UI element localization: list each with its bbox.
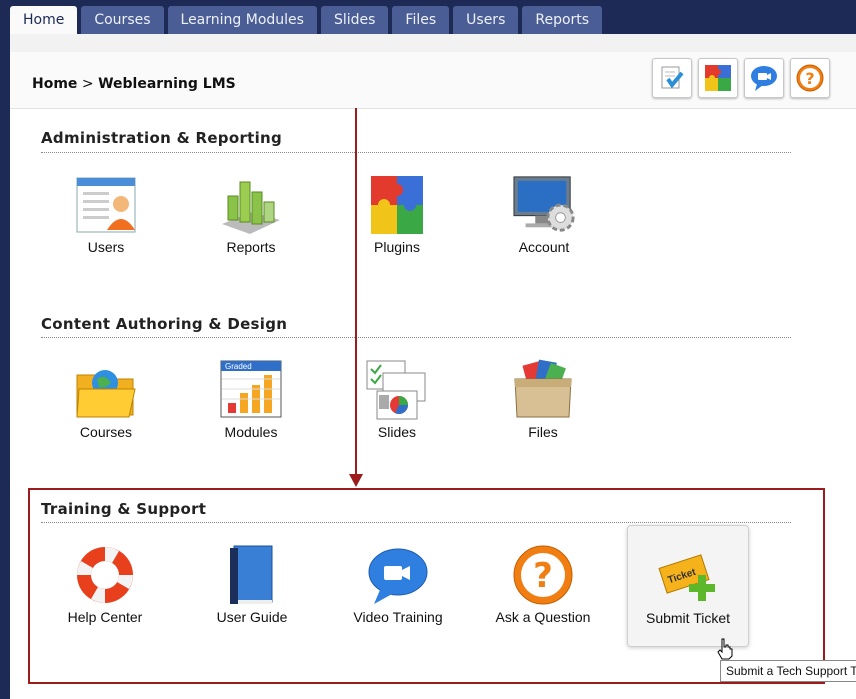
tab-users[interactable]: Users	[453, 6, 519, 34]
main-nav-tabs: Home Courses Learning Modules Slides Fil…	[10, 6, 603, 34]
tooltip: Submit a Tech Support T	[720, 660, 856, 682]
tab-slides[interactable]: Slides	[320, 6, 389, 34]
tab-reports[interactable]: Reports	[522, 6, 603, 34]
annotation-arrow-head	[349, 474, 363, 487]
lifebuoy-icon	[73, 543, 137, 607]
box-files-icon	[511, 358, 575, 422]
tile-label: Users	[87, 239, 125, 255]
tile-label: Account	[518, 239, 570, 255]
slides-icon	[365, 358, 429, 422]
tile-label: User Guide	[216, 609, 288, 625]
tab-files[interactable]: Files	[392, 6, 450, 34]
tile-video-training[interactable]: Video Training	[338, 537, 458, 637]
section-title-administration: Administration & Reporting	[41, 129, 283, 147]
tile-courses[interactable]: Courses	[46, 352, 166, 452]
svg-text:?: ?	[805, 69, 814, 88]
tile-label: Submit Ticket	[645, 610, 731, 626]
breadcrumb-current: Weblearning LMS	[98, 76, 236, 92]
breadcrumb: Home > Weblearning LMS	[32, 76, 236, 92]
monitor-gear-icon	[512, 173, 576, 237]
annotation-arrow-line	[355, 108, 357, 478]
tile-label: Help Center	[67, 609, 143, 625]
tile-reports[interactable]: Reports	[191, 167, 311, 267]
tile-help-center[interactable]: Help Center	[45, 537, 165, 637]
header-icon-toolbar: ?	[652, 58, 830, 98]
video-chat-icon[interactable]	[744, 58, 784, 98]
tile-label: Ask a Question	[495, 609, 591, 625]
section-divider	[41, 152, 791, 153]
tab-courses[interactable]: Courses	[81, 6, 164, 34]
tile-label: Courses	[79, 424, 133, 440]
tab-home[interactable]: Home	[10, 6, 78, 34]
breadcrumb-separator: >	[81, 76, 94, 92]
question-icon[interactable]: ?	[790, 58, 830, 98]
puzzle-icon	[365, 173, 429, 237]
tile-label: Modules	[224, 424, 278, 440]
svg-text:?: ?	[533, 556, 553, 596]
tile-label: Slides	[377, 424, 417, 440]
tile-files[interactable]: Files	[483, 352, 603, 452]
question-icon: ?	[511, 543, 575, 607]
tile-label: Files	[528, 424, 558, 440]
globe-folder-icon	[74, 358, 138, 422]
tile-users[interactable]: Users	[46, 167, 166, 267]
tile-modules[interactable]: Graded Modules	[191, 352, 311, 452]
tile-label: Plugins	[374, 239, 420, 255]
breadcrumb-home[interactable]: Home	[32, 76, 77, 92]
dashboard-content: Administration & Reporting Users Reports…	[10, 109, 856, 699]
puzzle-icon[interactable]	[698, 58, 738, 98]
video-bubble-icon	[366, 543, 430, 607]
graded-chart-icon: Graded	[219, 358, 283, 422]
section-divider	[41, 522, 791, 523]
bar-chart-icon	[219, 173, 283, 237]
tile-label: Video Training	[353, 609, 443, 625]
page-header: Home > Weblearning LMS ?	[10, 52, 856, 109]
checklist-icon[interactable]	[652, 58, 692, 98]
book-icon	[220, 543, 284, 607]
main-panel: Home > Weblearning LMS ? Administration …	[10, 34, 856, 699]
section-divider	[41, 337, 791, 338]
tile-submit-ticket[interactable]: Ticket Submit Ticket	[627, 525, 749, 647]
tab-learning-modules[interactable]: Learning Modules	[167, 6, 317, 34]
tile-ask-question[interactable]: ? Ask a Question	[483, 537, 603, 637]
section-title-training-support: Training & Support	[41, 500, 207, 518]
ticket-icon: Ticket	[656, 544, 720, 608]
tile-user-guide[interactable]: User Guide	[192, 537, 312, 637]
tile-label: Reports	[226, 239, 276, 255]
graded-text: Graded	[225, 362, 252, 371]
tile-account[interactable]: Account	[484, 167, 604, 267]
users-icon	[74, 173, 138, 237]
section-title-content-authoring: Content Authoring & Design	[41, 315, 288, 333]
